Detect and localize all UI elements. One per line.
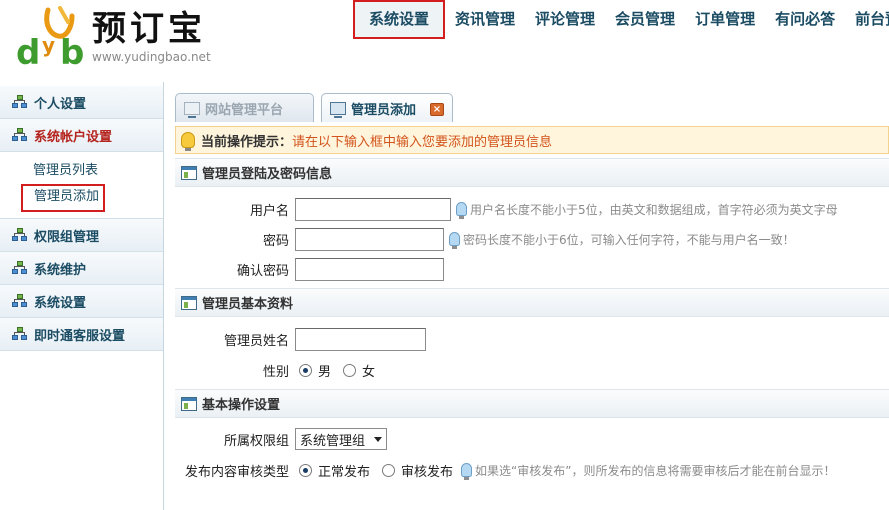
top-nav-item-frontend[interactable]: 前台预 (845, 0, 889, 40)
tree-icon (12, 261, 28, 275)
chevron-down-icon (374, 437, 382, 442)
lightbulb-icon (461, 463, 473, 480)
tab-label: 管理员添加 (351, 102, 417, 118)
row-review-type: 发布内容审核类型 正常发布 审核发布 如果选“审核发布”，则所发布的信息将需要审… (175, 455, 889, 485)
username-input[interactable] (295, 197, 451, 221)
svg-text:b: b (60, 33, 84, 70)
logo[interactable]: d y b 预订宝 www.yudingbao.net (14, 6, 224, 74)
tab-site-platform[interactable]: 网站管理平台 (175, 93, 314, 122)
section-login-info: 管理员登陆及密码信息 (175, 158, 889, 187)
close-icon[interactable]: × (430, 103, 444, 116)
section-operation-settings: 基本操作设置 (175, 389, 889, 418)
sidebar-item-im-service-settings[interactable]: 即时通客服设置 (0, 318, 163, 351)
header: d y b 预订宝 www.yudingbao.net 系统设置 资讯管理 评论… (0, 0, 889, 82)
form-icon (181, 165, 197, 180)
sidebar-item-label: 系统设置 (34, 295, 87, 311)
gender-male-label: 男 (318, 364, 332, 380)
sidebar-item-personal-settings[interactable]: 个人设置 (0, 86, 163, 119)
sidebar-subitem-admin-list[interactable]: 管理员列表 (0, 158, 163, 184)
username-label: 用户名 (249, 203, 289, 219)
top-nav-item-faq[interactable]: 有问必答 (765, 0, 845, 40)
review-normal-radio[interactable] (299, 463, 312, 477)
form-icon (181, 295, 197, 310)
sidebar-item-label: 系统维护 (34, 262, 87, 278)
sidebar-submenu: 管理员列表 管理员添加 (0, 152, 163, 219)
review-audit-label: 审核发布 (401, 464, 454, 480)
confirm-password-label: 确认密码 (236, 263, 289, 279)
monitor-icon (330, 101, 346, 118)
sidebar: 个人设置 系统帐户设置 管理员列表 管理员添加 权限组管理 系统维护 系统设置 … (0, 82, 164, 510)
review-type-label: 发布内容审核类型 (184, 464, 289, 480)
top-nav-item-orders[interactable]: 订单管理 (685, 0, 765, 40)
permission-group-value: 系统管理组 (300, 433, 366, 449)
row-password: 密码 密码长度不能小于6位，可输入任何字符，不能与用户名一致！ (175, 224, 889, 254)
top-nav-item-news[interactable]: 资讯管理 (445, 0, 525, 40)
row-gender: 性别 男 女 (175, 355, 889, 385)
gender-female-label: 女 (362, 364, 376, 380)
tab-admin-add[interactable]: 管理员添加 × (321, 93, 453, 122)
lightbulb-icon (449, 232, 460, 249)
row-permission-group: 所属权限组 系统管理组 (175, 424, 889, 454)
hint-text: 请在以下输入框中输入您要添加的管理员信息 (292, 134, 553, 150)
row-admin-name: 管理员姓名 (175, 324, 889, 354)
gender-male-radio[interactable] (299, 363, 312, 377)
section-title: 管理员基本资料 (202, 297, 294, 312)
svg-text:y: y (42, 33, 55, 57)
admin-name-label: 管理员姓名 (223, 333, 289, 349)
sidebar-item-account-settings[interactable]: 系统帐户设置 (0, 119, 163, 152)
main-content: 网站管理平台 管理员添加 × 当前操作提示： 请在以下输入框中输入您要添加的管理… (165, 82, 889, 510)
tree-icon (12, 95, 28, 109)
top-nav-item-system-settings[interactable]: 系统设置 (353, 0, 446, 39)
monitor-icon (184, 101, 200, 118)
logo-url: www.yudingbao.net (92, 50, 211, 64)
section-title: 基本操作设置 (202, 398, 281, 413)
admin-name-input[interactable] (295, 327, 426, 351)
sidebar-item-system-settings[interactable]: 系统设置 (0, 285, 163, 318)
tree-icon (12, 294, 28, 308)
row-username: 用户名 用户名长度不能小于5位，由英文和数据组成，首字符必须为英文字母 (175, 194, 889, 224)
permission-group-select[interactable]: 系统管理组 (295, 428, 387, 450)
sidebar-item-label: 权限组管理 (34, 229, 100, 245)
sidebar-item-label: 个人设置 (34, 96, 87, 112)
permission-group-label: 所属权限组 (223, 433, 289, 449)
top-nav-item-comments[interactable]: 评论管理 (525, 0, 605, 40)
gender-label: 性别 (262, 364, 289, 380)
review-normal-label: 正常发布 (318, 464, 371, 480)
hint-label: 当前操作提示： (201, 134, 293, 150)
logo-mark-icon: d y b (16, 6, 84, 70)
password-label: 密码 (262, 233, 289, 249)
tree-icon (12, 327, 28, 341)
logo-text: 预订宝 (92, 9, 206, 49)
svg-text:d: d (16, 33, 40, 70)
sidebar-item-label: 系统帐户设置 (34, 129, 113, 145)
section-title: 管理员登陆及密码信息 (202, 167, 333, 182)
tab-bar: 网站管理平台 管理员添加 × (165, 82, 889, 122)
tree-icon (12, 128, 28, 142)
review-audit-radio[interactable] (382, 463, 396, 477)
operation-hint: 当前操作提示： 请在以下输入框中输入您要添加的管理员信息 (175, 126, 889, 154)
confirm-password-input[interactable] (295, 257, 444, 281)
review-tip: 如果选“审核发布”，则所发布的信息将需要审核后才能在前台显示！ (475, 463, 836, 478)
lightbulb-icon (181, 132, 195, 151)
password-input[interactable] (295, 227, 444, 251)
sidebar-item-label: 即时通客服设置 (34, 328, 126, 344)
sidebar-item-permission-groups[interactable]: 权限组管理 (0, 219, 163, 252)
gender-female-radio[interactable] (343, 363, 357, 377)
sidebar-item-system-maintenance[interactable]: 系统维护 (0, 252, 163, 285)
tab-label: 网站管理平台 (205, 102, 284, 118)
username-tip: 用户名长度不能小于5位，由英文和数据组成，首字符必须为英文字母 (470, 202, 838, 217)
sidebar-subitem-admin-add[interactable]: 管理员添加 (21, 184, 105, 212)
section-basic-info: 管理员基本资料 (175, 288, 889, 317)
lightbulb-icon (456, 202, 467, 219)
top-nav-item-members[interactable]: 会员管理 (605, 0, 685, 40)
form-icon (181, 396, 197, 411)
password-tip: 密码长度不能小于6位，可输入任何字符，不能与用户名一致！ (463, 232, 795, 247)
top-nav: 系统设置 资讯管理 评论管理 会员管理 订单管理 有问必答 前台预 (353, 0, 889, 40)
tree-icon (12, 228, 28, 242)
row-confirm-password: 确认密码 (175, 254, 889, 284)
